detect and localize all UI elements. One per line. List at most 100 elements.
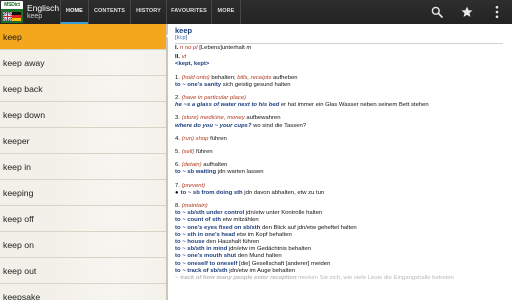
tab-favourites[interactable]: FAVOURITES bbox=[166, 0, 211, 24]
sense-label: (run) bbox=[181, 135, 194, 142]
phrase-line: to ~ sth in one's head etw im Kopf behal… bbox=[175, 232, 512, 239]
tab-bar: HOME CONTENTS HISTORY FAVOURITES MORE bbox=[60, 0, 241, 24]
german-flag-icon bbox=[12, 12, 21, 21]
phrase-line: to ~ one's eyes fixed on sb/sth den Blic… bbox=[175, 225, 512, 232]
phrase: to ~ oneself to oneself bbox=[175, 260, 238, 267]
phrase: to ~ sb waiting bbox=[175, 169, 217, 176]
phrase: to ~ track of sb/sth bbox=[175, 267, 228, 274]
app-title-block: Englisch keep bbox=[25, 0, 59, 24]
star-icon bbox=[461, 6, 473, 17]
phrase-translation: jdn davon abhalten, etw zu tun bbox=[244, 189, 325, 196]
sense-text: führen bbox=[195, 149, 213, 156]
phrase-translation: den Blick auf jdn/etw geheftet halten bbox=[262, 224, 357, 231]
phrase: to ~ sb/sth in mind bbox=[175, 246, 228, 253]
example-translation: wo sind die Tassen? bbox=[253, 122, 307, 129]
phrase-line: to ~ count of sth etw mitzählen bbox=[175, 217, 512, 224]
phrase: to ~ one's mouth shut bbox=[175, 253, 237, 260]
sense-number: II. bbox=[175, 54, 180, 61]
sense-text: aufbewahren bbox=[246, 115, 281, 122]
example-line: he ~s a glass of water next to his bed e… bbox=[175, 102, 512, 109]
phrase-translation: sich geistig gesund halten bbox=[222, 81, 291, 88]
overflow-menu-button[interactable] bbox=[482, 0, 512, 24]
app-logo[interactable]: MSDict bbox=[1, 1, 23, 23]
sense-number: I. bbox=[175, 45, 179, 51]
example-translation: er hat immer ein Glas Wasser neben seine… bbox=[280, 102, 429, 109]
word-list-item[interactable]: keeper bbox=[0, 128, 166, 154]
sense-item: 2. (have in particular place) bbox=[175, 95, 512, 102]
entry-divider bbox=[175, 43, 503, 44]
phrase-line: to ~ sb/sth under control jdn/etw unter … bbox=[175, 210, 512, 217]
word-list-item[interactable]: keep out bbox=[0, 258, 166, 284]
phrase-line: to ~ sb waiting jdn warten lassen bbox=[175, 169, 512, 176]
sense-item: 3. (store) medicine, money aufbewahren bbox=[175, 115, 512, 122]
phrase-line: to ~ sb/sth in mind jdn/etw im Gedächtni… bbox=[175, 246, 512, 253]
sense-label: (detain) bbox=[181, 162, 202, 169]
action-bar: MSDict Englisch keep HOME CONTENTS HISTO… bbox=[0, 0, 512, 24]
word-list-item[interactable]: keep down bbox=[0, 102, 166, 128]
word-list-item-selected[interactable]: keep bbox=[0, 24, 166, 50]
phrase: to ~ house bbox=[175, 239, 205, 246]
sense-text: behalten; bbox=[211, 74, 236, 81]
sense-item: 7. (prevent) bbox=[175, 183, 512, 190]
tab-home[interactable]: HOME bbox=[60, 0, 88, 24]
phrase-line: to ~ track of sb/sth jdn/etw im Auge beh… bbox=[175, 268, 512, 275]
word-list-item[interactable]: keep on bbox=[0, 232, 166, 258]
phrase-line: to ~ oneself to oneself [die] Gesellscha… bbox=[175, 261, 512, 268]
search-icon bbox=[431, 6, 443, 18]
word-list-item[interactable]: keepsake bbox=[0, 284, 166, 300]
current-word-subtitle: keep bbox=[27, 13, 43, 20]
sense-verb: II. vt bbox=[175, 54, 512, 61]
search-button[interactable] bbox=[422, 0, 452, 24]
phrase-line: to ~ one's sanity sich geistig gesund ha… bbox=[175, 82, 512, 89]
tab-contents[interactable]: CONTENTS bbox=[88, 0, 130, 24]
word-list-item[interactable]: keep away bbox=[0, 50, 166, 76]
phrase-translation: jdn/etw im Gedächtnis behalten bbox=[228, 246, 312, 253]
uk-flag-icon bbox=[3, 12, 12, 21]
verb-forms: <kept, kept> bbox=[175, 61, 210, 68]
phrase: to ~ sb/sth under control bbox=[175, 210, 245, 217]
sense-number: 5. bbox=[175, 149, 180, 156]
sense-item: 5. (sell) führen bbox=[175, 149, 512, 156]
sense-number: 8. bbox=[175, 203, 180, 210]
word-list: keep keep away keep back keep down keepe… bbox=[0, 24, 166, 300]
entry-pronunciation: [ki:p] bbox=[175, 35, 188, 41]
phrase: to ~ one's sanity bbox=[175, 81, 222, 88]
part-of-speech: n no pl bbox=[179, 45, 198, 51]
action-icons bbox=[422, 0, 512, 24]
sense-label: (maintain) bbox=[181, 203, 208, 210]
example: ~ track of how many people enter recepti… bbox=[175, 275, 297, 282]
entry-headword: keep bbox=[175, 26, 193, 35]
example-translation: merken Sie sich, wie viele Leute die Ein… bbox=[298, 275, 454, 282]
phrase-translation: [die] Gesellschaft [anderer] meiden bbox=[239, 260, 331, 267]
dictionary-title: Englisch bbox=[27, 3, 60, 13]
overflow-menu-icon bbox=[495, 5, 499, 19]
sense-text: führen bbox=[210, 135, 227, 142]
phrase-translation: den Mund halten bbox=[237, 253, 282, 260]
word-list-item[interactable]: keep off bbox=[0, 206, 166, 232]
app-logo-text: MSDict bbox=[1, 1, 23, 9]
favourite-button[interactable] bbox=[452, 0, 482, 24]
sense-number: 1. bbox=[175, 74, 180, 81]
word-list-item[interactable]: keep back bbox=[0, 76, 166, 102]
part-of-speech: vt bbox=[181, 54, 187, 61]
sense-item: 4. (run) shop führen bbox=[175, 136, 512, 143]
sense-item: 6. (detain) aufhalten bbox=[175, 162, 512, 169]
sense-label: (have in particular place) bbox=[181, 95, 247, 102]
word-list-item[interactable]: keep in bbox=[0, 154, 166, 180]
sense-number: 7. bbox=[175, 182, 180, 189]
phrase: to ~ sth in one's head bbox=[175, 231, 236, 238]
phrase-translation: jdn/etw unter Kontrolle halten bbox=[245, 210, 323, 217]
sense-label: bills, receipts bbox=[237, 74, 272, 81]
tab-history[interactable]: HISTORY bbox=[130, 0, 166, 24]
phrase-line: to ~ one's mouth shut den Mund halten bbox=[175, 253, 512, 260]
sense-label: (prevent) bbox=[181, 182, 206, 189]
phrase-translation: den Haushalt führen bbox=[206, 239, 260, 246]
sense-label: (sell) bbox=[181, 149, 195, 156]
sense-label: (store) bbox=[181, 115, 199, 122]
word-list-item[interactable]: keeping bbox=[0, 180, 166, 206]
tab-more[interactable]: MORE bbox=[211, 0, 241, 24]
sense-number: 3. bbox=[175, 115, 180, 122]
example: where do you ~ your cups? bbox=[175, 122, 252, 129]
entry-panel[interactable]: keep [ki:p] I. n no pl [Lebens]unterhalt… bbox=[168, 24, 512, 300]
sense-label: shop bbox=[195, 135, 209, 142]
